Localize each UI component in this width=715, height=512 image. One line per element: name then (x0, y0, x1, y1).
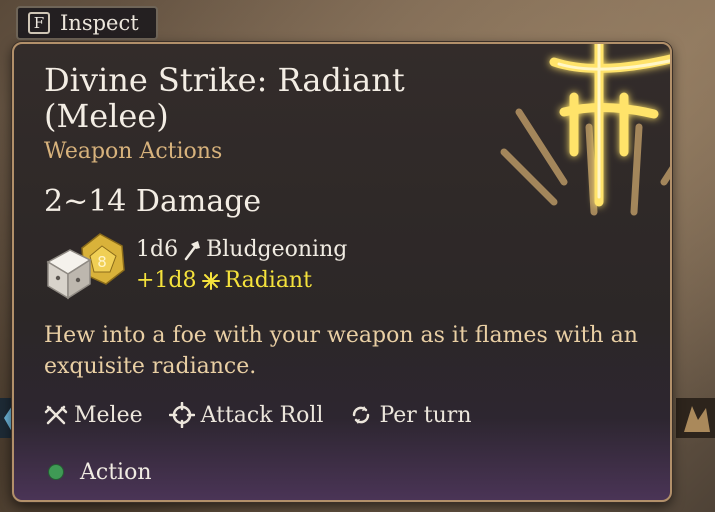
tag-label: Attack Roll (200, 402, 324, 428)
damage-dice: 1d6 (136, 237, 179, 262)
divine-strike-emblem-icon (500, 44, 670, 216)
damage-dice: +1d8 (136, 268, 197, 293)
mace-icon (184, 240, 201, 260)
action-category: Weapon Actions (44, 139, 223, 164)
tag-label: Melee (74, 402, 143, 428)
crossed-swords-icon (44, 405, 68, 425)
action-title: Divine Strike: Radiant (Melee) (44, 61, 405, 135)
tag-attack-roll: Attack Roll (168, 402, 324, 428)
action-cost-footer: Action (14, 444, 670, 500)
action-tags: Melee Attack Roll Per turn (44, 402, 498, 428)
damage-total: 2~14 Damage (44, 184, 262, 219)
hotbar-ability-icon-right[interactable] (676, 398, 715, 438)
damage-type: Bludgeoning (206, 237, 348, 262)
inspect-label: Inspect (60, 11, 139, 35)
die-face-label: 8 (97, 253, 107, 271)
keybind-f: F (28, 12, 50, 34)
tag-melee: Melee (44, 403, 143, 428)
radiant-icon (201, 271, 220, 290)
action-description: Hew into a foe with your weapon as it fl… (44, 323, 638, 379)
inspect-prompt[interactable]: F Inspect (16, 6, 158, 40)
action-tooltip: Divine Strike: Radiant (Melee) Weapon Ac… (12, 42, 672, 502)
dice-icon: 8 (46, 233, 125, 300)
damage-type: Radiant (224, 268, 312, 293)
action-resource-icon (48, 464, 64, 480)
tag-per-turn: Per turn (349, 402, 472, 428)
cycle-icon (353, 406, 370, 424)
action-cost-label: Action (80, 459, 152, 485)
tag-label: Per turn (379, 402, 472, 428)
crosshair-icon (168, 402, 195, 428)
damage-row-radiant: +1d8 Radiant (136, 268, 312, 293)
damage-row-bludgeoning: 1d6 Bludgeoning (136, 237, 347, 262)
